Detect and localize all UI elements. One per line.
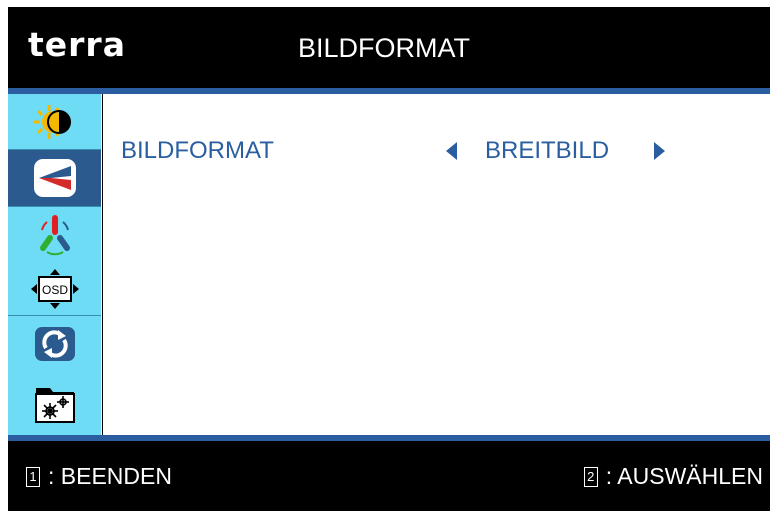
- osd-settings-icon: OSD: [30, 269, 79, 309]
- select-label: : AUSWÄHLEN: [605, 463, 763, 489]
- setting-label: BILDFORMAT: [121, 137, 274, 164]
- setting-value[interactable]: BREITBILD: [485, 137, 609, 165]
- brightness-contrast-icon: [33, 104, 71, 139]
- page-title: BILDFORMAT: [298, 33, 471, 63]
- menu-item-osd[interactable]: OSD: [8, 264, 101, 314]
- key-1-icon: 1: [26, 466, 40, 487]
- content-panel: BILDFORMAT BREITBILD: [103, 94, 770, 435]
- arrow-right-icon[interactable]: [654, 142, 665, 160]
- color-rgb-icon: [39, 214, 70, 255]
- exit-label: : BEENDEN: [48, 463, 172, 489]
- header: terra BILDFORMAT: [8, 7, 770, 87]
- picture-format-icon: [33, 159, 76, 197]
- key-2-icon: 2: [583, 466, 598, 487]
- reset-icon: [34, 327, 75, 361]
- select-hint: 2 : AUSWÄHLEN: [583, 463, 763, 490]
- osd-window: terra BILDFORMAT OSD BILDFORMAT BREITBIL…: [8, 7, 770, 511]
- menu-item-reset[interactable]: [8, 316, 101, 372]
- menu-item-color[interactable]: [8, 207, 101, 264]
- brand-logo: terra: [28, 25, 126, 64]
- sidebar: OSD: [8, 94, 102, 435]
- svg-text:OSD: OSD: [41, 283, 67, 297]
- footer: 1 : BEENDEN 2 : AUSWÄHLEN: [8, 441, 770, 511]
- extra-settings-icon: [34, 387, 75, 423]
- menu-item-picture-format[interactable]: [8, 150, 101, 206]
- arrow-left-icon[interactable]: [446, 142, 457, 160]
- menu-item-extra[interactable]: [8, 372, 101, 435]
- menu-column: OSD: [8, 94, 101, 435]
- menu-item-brightness[interactable]: [8, 94, 101, 149]
- exit-hint: 1 : BEENDEN: [26, 463, 172, 490]
